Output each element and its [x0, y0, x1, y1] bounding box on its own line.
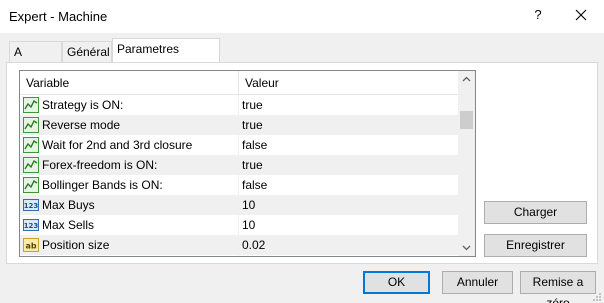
- resize-grip-icon[interactable]: [592, 291, 602, 301]
- scroll-down-icon[interactable]: [458, 239, 475, 256]
- table-row[interactable]: Bollinger Bands is ON: false: [20, 175, 458, 195]
- tab-label: Général: [67, 45, 110, 59]
- variable-name: Max Sells: [42, 218, 95, 232]
- window-title: Expert - Machine: [9, 9, 108, 24]
- variable-value[interactable]: true: [242, 155, 263, 175]
- integer-123-icon: 123: [23, 197, 39, 213]
- reset-button[interactable]: Remise a zéro: [520, 271, 596, 303]
- tab-a-propos[interactable]: A propos: [9, 41, 62, 80]
- svg-text:ab: ab: [25, 242, 36, 251]
- text-ab-icon: ab: [23, 237, 39, 253]
- chart-line-icon: [23, 97, 39, 113]
- table-row[interactable]: Reverse mode true: [20, 115, 458, 135]
- chart-line-icon: [23, 117, 39, 133]
- parameters-table[interactable]: Variable Valeur Strategy is ON: true Rev…: [19, 70, 476, 257]
- vertical-scrollbar[interactable]: [458, 71, 475, 256]
- table-row[interactable]: Forex-freedom is ON: true: [20, 155, 458, 175]
- load-button[interactable]: Charger: [484, 201, 587, 224]
- table-row[interactable]: Strategy is ON: true: [20, 95, 458, 115]
- variable-value[interactable]: false: [242, 135, 267, 155]
- save-button[interactable]: Enregistrer: [484, 234, 587, 257]
- variable-value[interactable]: 10: [242, 195, 255, 215]
- chart-line-icon: [23, 137, 39, 153]
- variable-value[interactable]: true: [242, 115, 263, 135]
- chart-line-icon: [23, 177, 39, 193]
- svg-text:123: 123: [24, 202, 39, 210]
- variable-value[interactable]: false: [242, 175, 267, 195]
- scroll-up-icon[interactable]: [458, 71, 475, 88]
- cancel-button[interactable]: Annuler: [442, 271, 513, 294]
- table-row[interactable]: 123 Max Buys 10: [20, 195, 458, 215]
- title-bar: Expert - Machine ?: [0, 0, 604, 33]
- integer-123-icon: 123: [23, 217, 39, 233]
- variable-value[interactable]: true: [242, 95, 263, 115]
- ok-button[interactable]: OK: [363, 271, 430, 294]
- table-row[interactable]: 123 Max Sells 10: [20, 215, 458, 235]
- column-header-variable[interactable]: Variable: [20, 71, 238, 95]
- variable-name: Bollinger Bands is ON:: [42, 178, 163, 192]
- variable-name: Strategy is ON:: [42, 98, 124, 112]
- variable-name: Max Buys: [42, 198, 95, 212]
- table-row[interactable]: ab Position size 0.02: [20, 235, 458, 255]
- column-header-value[interactable]: Valeur: [239, 71, 458, 95]
- tab-parametres-entree[interactable]: Parametres d'entrée: [112, 38, 220, 77]
- chart-line-icon: [23, 157, 39, 173]
- tab-general[interactable]: Général: [62, 41, 112, 63]
- variable-name: Forex-freedom is ON:: [42, 158, 158, 172]
- scrollbar-thumb[interactable]: [460, 111, 473, 129]
- variable-value[interactable]: 0.02: [242, 235, 265, 255]
- help-button[interactable]: ?: [529, 7, 547, 22]
- variable-name: Reverse mode: [42, 118, 121, 132]
- svg-text:123: 123: [24, 222, 39, 230]
- variable-name: Wait for 2nd and 3rd closure: [42, 138, 193, 152]
- table-header: Variable Valeur: [20, 71, 458, 95]
- variable-value[interactable]: 10: [242, 215, 255, 235]
- close-icon[interactable]: [572, 5, 590, 25]
- variable-name: Position size: [42, 238, 110, 252]
- table-row[interactable]: Wait for 2nd and 3rd closure false: [20, 135, 458, 155]
